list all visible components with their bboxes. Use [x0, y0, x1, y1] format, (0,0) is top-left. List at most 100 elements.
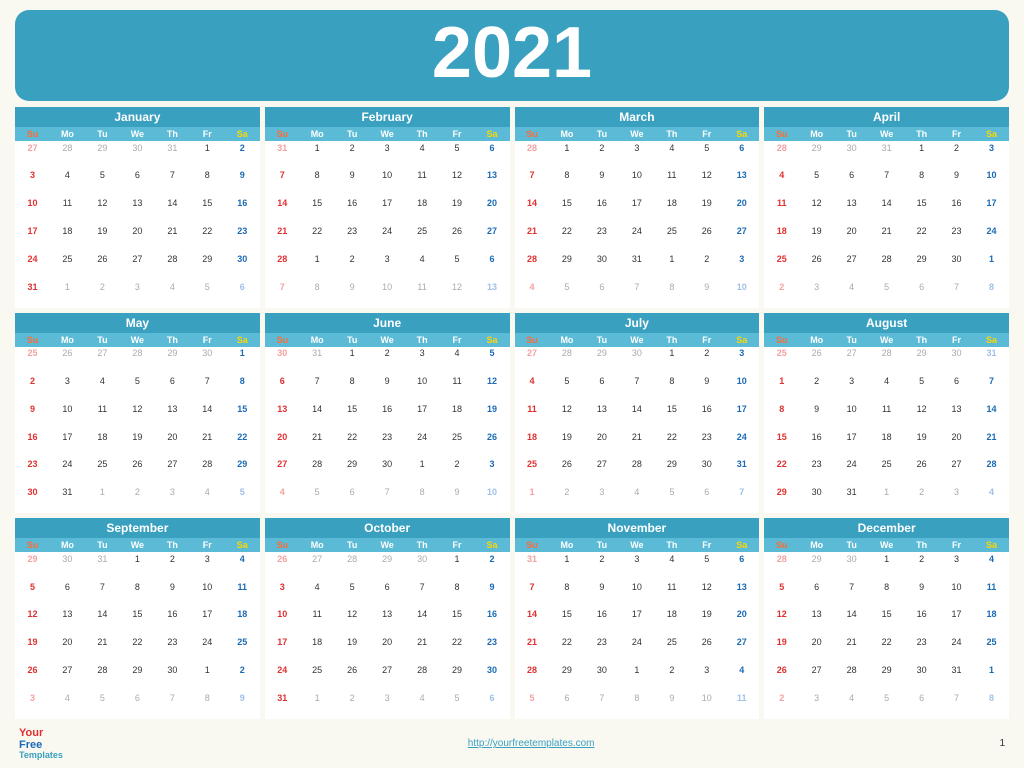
day-cell: 31 — [265, 141, 300, 169]
day-cell: 26 — [549, 458, 584, 486]
day-cell: 30 — [584, 663, 619, 691]
day-headers-row: SuMoTuWeThFrSa — [265, 127, 510, 141]
day-cell: 6 — [939, 375, 974, 403]
day-header-we: We — [869, 538, 904, 552]
day-cell: 9 — [584, 169, 619, 197]
day-cell: 13 — [370, 608, 405, 636]
day-cell: 1 — [549, 552, 584, 580]
month-title-november: November — [515, 518, 760, 538]
day-cell: 12 — [764, 608, 799, 636]
day-cell: 17 — [370, 197, 405, 225]
day-cell: 18 — [974, 608, 1009, 636]
day-cell: 1 — [619, 663, 654, 691]
day-cell: 3 — [974, 141, 1009, 169]
day-cell: 4 — [440, 347, 475, 375]
day-cell: 22 — [549, 636, 584, 664]
day-cell: 1 — [515, 486, 550, 514]
day-cell: 26 — [440, 224, 475, 252]
day-cell: 26 — [265, 552, 300, 580]
day-cell: 14 — [515, 608, 550, 636]
day-cell: 29 — [85, 141, 120, 169]
day-header-mo: Mo — [799, 127, 834, 141]
day-cell: 1 — [440, 552, 475, 580]
day-cell: 11 — [515, 402, 550, 430]
day-cell: 5 — [869, 691, 904, 719]
day-header-sa: Sa — [724, 333, 759, 347]
day-header-sa: Sa — [225, 538, 260, 552]
day-cell: 2 — [689, 347, 724, 375]
day-cell: 26 — [764, 663, 799, 691]
day-cell: 3 — [939, 552, 974, 580]
day-cell: 3 — [939, 486, 974, 514]
day-cell: 7 — [584, 691, 619, 719]
day-cell: 11 — [724, 691, 759, 719]
day-cell: 2 — [939, 141, 974, 169]
day-cell: 25 — [50, 252, 85, 280]
day-cell: 5 — [335, 580, 370, 608]
day-cell: 19 — [15, 636, 50, 664]
day-cell: 30 — [475, 663, 510, 691]
day-cell: 10 — [405, 375, 440, 403]
day-cell: 22 — [120, 636, 155, 664]
day-cell: 12 — [475, 375, 510, 403]
day-cell: 23 — [475, 636, 510, 664]
day-header-th: Th — [155, 333, 190, 347]
month-title-october: October — [265, 518, 510, 538]
day-header-sa: Sa — [974, 127, 1009, 141]
day-cell: 9 — [370, 375, 405, 403]
day-cell: 11 — [869, 402, 904, 430]
day-cell: 9 — [335, 280, 370, 308]
day-cell: 11 — [405, 280, 440, 308]
day-cell: 6 — [904, 691, 939, 719]
day-cell: 15 — [120, 608, 155, 636]
day-cell: 4 — [265, 486, 300, 514]
day-header-tu: Tu — [584, 127, 619, 141]
day-cell: 4 — [190, 486, 225, 514]
day-header-mo: Mo — [300, 333, 335, 347]
day-cell: 27 — [50, 663, 85, 691]
day-cell: 16 — [475, 608, 510, 636]
day-header-tu: Tu — [584, 538, 619, 552]
day-cell: 27 — [265, 458, 300, 486]
day-cell: 25 — [869, 458, 904, 486]
day-cell: 15 — [440, 608, 475, 636]
day-cell: 5 — [440, 691, 475, 719]
day-header-fr: Fr — [939, 333, 974, 347]
day-header-sa: Sa — [475, 538, 510, 552]
day-header-we: We — [619, 127, 654, 141]
day-cell: 8 — [549, 580, 584, 608]
day-header-sa: Sa — [724, 127, 759, 141]
day-cell: 5 — [869, 280, 904, 308]
day-cell: 15 — [904, 197, 939, 225]
day-cell: 21 — [974, 430, 1009, 458]
year-header: 2021 — [15, 10, 1009, 101]
day-cell: 13 — [939, 402, 974, 430]
day-cell: 31 — [15, 280, 50, 308]
footer-link[interactable]: http://yourfreetemplates.com — [468, 738, 595, 749]
day-cell: 11 — [405, 169, 440, 197]
day-cell: 16 — [155, 608, 190, 636]
day-cell: 23 — [370, 430, 405, 458]
footer: Your Free Templates http://yourfreetempl… — [15, 725, 1009, 763]
day-header-we: We — [120, 538, 155, 552]
day-cell: 24 — [370, 224, 405, 252]
day-header-su: Su — [515, 538, 550, 552]
day-cell: 15 — [190, 197, 225, 225]
day-header-tu: Tu — [834, 538, 869, 552]
day-cell: 8 — [764, 402, 799, 430]
day-cell: 12 — [85, 197, 120, 225]
day-cell: 6 — [475, 141, 510, 169]
day-cell: 5 — [440, 141, 475, 169]
day-header-tu: Tu — [834, 127, 869, 141]
day-cell: 24 — [405, 430, 440, 458]
day-cell: 27 — [834, 252, 869, 280]
day-cell: 11 — [974, 580, 1009, 608]
day-cell: 3 — [370, 252, 405, 280]
day-header-th: Th — [654, 333, 689, 347]
days-grid: 2930311234567891011121314151617181920212… — [15, 552, 260, 719]
day-cell: 5 — [904, 375, 939, 403]
day-cell: 28 — [764, 552, 799, 580]
day-cell: 16 — [335, 197, 370, 225]
day-cell: 8 — [549, 169, 584, 197]
day-header-su: Su — [15, 127, 50, 141]
